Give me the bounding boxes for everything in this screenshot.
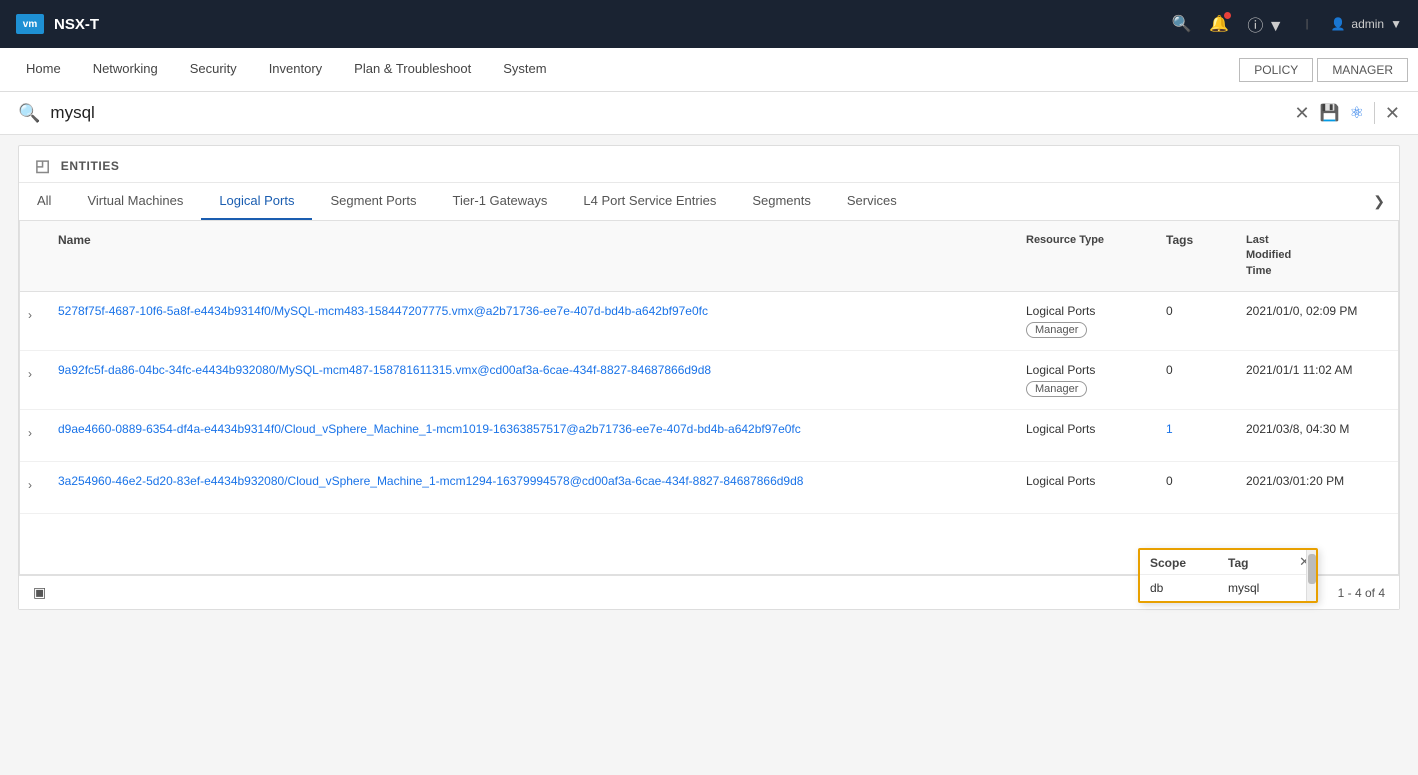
row1-name[interactable]: 5278f75f-4687-10f6-5a8f-e4434b9314f0/MyS…: [50, 300, 1018, 322]
entity-tabs: All Virtual Machines Logical Ports Segme…: [19, 183, 1399, 221]
row4-last-modified: 2021/03/01:20 PM: [1238, 470, 1398, 492]
tab-logical-ports[interactable]: Logical Ports: [201, 183, 312, 220]
table-row: › 9a92fc5f-da86-04bc-34fc-e4434b932080/M…: [20, 351, 1398, 410]
entities-label: ENTITIES: [61, 159, 120, 173]
close-search-button[interactable]: ✕: [1385, 103, 1400, 124]
search-input-icon: 🔍: [18, 103, 40, 124]
tab-services[interactable]: Services: [829, 183, 915, 220]
entities-box: ◰ ENTITIES All Virtual Machines Logical …: [18, 145, 1400, 610]
tag-popup-scope-value: db: [1150, 581, 1228, 595]
tag-popup-scrollthumb: [1308, 554, 1316, 584]
entities-header: ◰ ENTITIES: [19, 146, 1399, 183]
user-icon: 👤: [1330, 17, 1345, 31]
policy-mode-button[interactable]: POLICY: [1239, 58, 1313, 82]
app-logo: vm NSX-T: [16, 14, 99, 34]
tab-l4-port-service-entries[interactable]: L4 Port Service Entries: [565, 183, 734, 220]
topbar: vm NSX-T 🔍 🔔 ⓘ ▼ | 👤 admin ▼: [0, 0, 1418, 48]
row4-name[interactable]: 3a254960-46e2-5d20-83ef-e4434b932080/Clo…: [50, 470, 1018, 492]
tag-popup: ✕ Scope Tag db mysql: [1138, 548, 1318, 603]
table-header: Name Resource Type Tags LastModifiedTime: [20, 221, 1398, 292]
nav-item-security[interactable]: Security: [174, 48, 253, 91]
row3-tags-count[interactable]: 1: [1158, 418, 1238, 440]
tab-segments[interactable]: Segments: [734, 183, 829, 220]
tab-virtual-machines[interactable]: Virtual Machines: [69, 183, 201, 220]
tag-popup-tag-value: mysql: [1228, 581, 1306, 595]
tag-popup-tag-header: Tag: [1228, 556, 1306, 570]
col-tags: Tags: [1158, 229, 1238, 283]
row3-resource-type: Logical Ports: [1018, 418, 1158, 440]
save-search-icon[interactable]: 💾: [1320, 103, 1340, 123]
help-icon[interactable]: ⓘ ▼: [1247, 12, 1283, 36]
row2-manager-badge: Manager: [1026, 381, 1087, 397]
tag-popup-row: db mysql: [1140, 575, 1316, 601]
nav-item-system[interactable]: System: [487, 48, 562, 91]
searchbar: 🔍 ✕ 💾 ⚛ ✕: [0, 92, 1418, 135]
app-name: NSX-T: [54, 16, 99, 33]
vm-logo-icon: vm: [16, 14, 44, 34]
clear-search-button[interactable]: ✕: [1295, 103, 1310, 124]
col-expand: [20, 229, 50, 283]
row4-tags: 0: [1158, 470, 1238, 492]
filter-icon[interactable]: ⚛: [1350, 103, 1364, 123]
logo-text: vm: [23, 19, 37, 30]
row1-last-modified: 2021/01/0, 02:09 PM: [1238, 300, 1398, 322]
search-actions: ✕ 💾 ⚛ ✕: [1295, 102, 1400, 124]
navbar: Home Networking Security Inventory Plan …: [0, 48, 1418, 92]
tab-tier1-gateways[interactable]: Tier-1 Gateways: [434, 183, 565, 220]
tabs-more-arrow[interactable]: ❯: [1359, 183, 1399, 220]
search-divider: [1374, 102, 1375, 124]
row3-expand-button[interactable]: ›: [20, 422, 50, 444]
user-menu[interactable]: 👤 admin ▼: [1330, 17, 1402, 31]
topbar-icons: 🔍 🔔 ⓘ ▼ | 👤 admin ▼: [1171, 12, 1402, 36]
tab-all[interactable]: All: [19, 183, 69, 220]
nav-item-networking[interactable]: Networking: [77, 48, 174, 91]
row2-resource-type: Logical Ports Manager: [1018, 359, 1158, 401]
row3-name[interactable]: d9ae4660-0889-6354-df4a-e4434b9314f0/Clo…: [50, 418, 1018, 440]
bell-icon[interactable]: 🔔: [1209, 14, 1229, 34]
manager-mode-button[interactable]: MANAGER: [1317, 58, 1408, 82]
tab-segment-ports[interactable]: Segment Ports: [312, 183, 434, 220]
row1-expand-button[interactable]: ›: [20, 304, 50, 326]
nav-item-home[interactable]: Home: [10, 48, 77, 91]
user-dropdown-arrow: ▼: [1390, 17, 1402, 31]
row1-resource-type: Logical Ports Manager: [1018, 300, 1158, 342]
nav-item-plan-troubleshoot[interactable]: Plan & Troubleshoot: [338, 48, 487, 91]
row2-expand-button[interactable]: ›: [20, 363, 50, 385]
col-last-modified: LastModifiedTime: [1238, 229, 1398, 283]
row4-resource-type: Logical Ports: [1018, 470, 1158, 492]
table-row: › d9ae4660-0889-6354-df4a-e4434b9314f0/C…: [20, 410, 1398, 462]
col-name: Name: [50, 229, 1018, 283]
row2-name[interactable]: 9a92fc5f-da86-04bc-34fc-e4434b932080/MyS…: [50, 359, 1018, 381]
table-row: › 3a254960-46e2-5d20-83ef-e4434b932080/C…: [20, 462, 1398, 514]
collapse-icon[interactable]: ▣: [33, 584, 46, 601]
nav-mode-buttons: POLICY MANAGER: [1239, 48, 1408, 91]
row2-tags: 0: [1158, 359, 1238, 381]
col-resource-type: Resource Type: [1018, 229, 1158, 283]
tag-popup-scrollbar[interactable]: [1306, 550, 1316, 601]
pagination-info: 1 - 4 of 4: [1338, 586, 1385, 600]
tag-popup-header: Scope Tag: [1140, 550, 1316, 575]
search-icon[interactable]: 🔍: [1171, 14, 1191, 34]
row1-tags: 0: [1158, 300, 1238, 322]
tag-popup-scope-header: Scope: [1150, 556, 1228, 570]
row2-last-modified: 2021/01/1 11:02 AM: [1238, 359, 1398, 381]
row3-last-modified: 2021/03/8, 04:30 M: [1238, 418, 1398, 440]
main-content: ◰ ENTITIES All Virtual Machines Logical …: [0, 145, 1418, 610]
table-row: › 5278f75f-4687-10f6-5a8f-e4434b9314f0/M…: [20, 292, 1398, 351]
row4-expand-button[interactable]: ›: [20, 474, 50, 496]
user-label: admin: [1351, 17, 1384, 31]
nav-item-inventory[interactable]: Inventory: [253, 48, 338, 91]
entities-cube-icon: ◰: [35, 156, 51, 176]
search-input[interactable]: [50, 103, 1284, 123]
results-table: Name Resource Type Tags LastModifiedTime…: [19, 221, 1399, 575]
row1-manager-badge: Manager: [1026, 322, 1087, 338]
